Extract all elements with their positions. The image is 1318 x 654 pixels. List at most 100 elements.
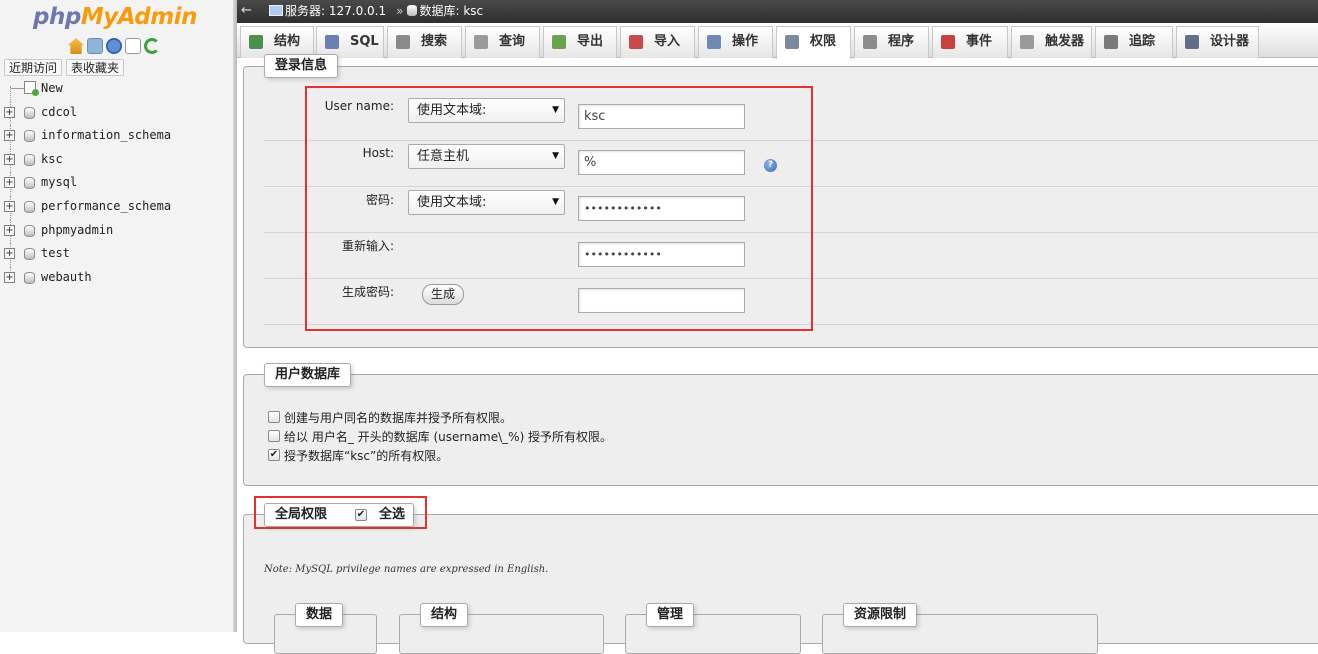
routines-icon bbox=[863, 35, 877, 49]
user-database-legend: 用户数据库 bbox=[264, 363, 352, 387]
expand-icon[interactable]: + bbox=[4, 200, 15, 212]
privileges-icon bbox=[785, 35, 799, 49]
tab-4[interactable]: 导出 bbox=[543, 26, 617, 58]
sidebar-item-cdcol[interactable]: + cdcol bbox=[4, 101, 229, 126]
row-divider bbox=[264, 278, 1318, 279]
tab-9[interactable]: 事件 bbox=[932, 26, 1008, 58]
database-name[interactable]: mysql bbox=[41, 172, 77, 192]
database-name[interactable]: ksc bbox=[41, 149, 63, 169]
password-input[interactable]: •••••••••••• bbox=[578, 196, 745, 221]
export-icon bbox=[552, 35, 566, 49]
logout-icon[interactable] bbox=[87, 38, 103, 54]
sidebar-item-ksc[interactable]: + ksc bbox=[4, 148, 229, 173]
generated-password-input[interactable] bbox=[578, 288, 745, 313]
database-name[interactable]: cdcol bbox=[41, 102, 77, 122]
select-all-label[interactable]: 全选 bbox=[379, 504, 405, 526]
password-label: 密码: bbox=[365, 193, 394, 207]
sidebar-item-performance_schema[interactable]: + performance_schema bbox=[4, 195, 229, 220]
row-divider bbox=[264, 232, 1318, 233]
breadcrumb-database[interactable]: 数据库: ksc bbox=[419, 4, 483, 18]
select-all-checkbox[interactable]: ✔ bbox=[355, 509, 367, 521]
expand-icon[interactable]: + bbox=[4, 130, 15, 142]
database-icon bbox=[407, 5, 418, 16]
username-input[interactable]: ksc bbox=[578, 104, 745, 129]
breadcrumb-server[interactable]: 服务器: 127.0.0.1 bbox=[285, 4, 386, 18]
sidebar-item-webauth[interactable]: + webauth bbox=[4, 266, 229, 291]
generate-password-button[interactable]: 生成 bbox=[422, 284, 464, 305]
tab-6[interactable]: 操作 bbox=[698, 26, 773, 58]
expand-icon[interactable]: + bbox=[4, 106, 15, 118]
username-type-select[interactable]: 使用文本域: ▼ bbox=[408, 98, 565, 123]
database-name[interactable]: phpmyadmin bbox=[41, 220, 113, 240]
privilege-group-legend: 数据 bbox=[295, 603, 344, 627]
recent-tab[interactable]: 近期访问 bbox=[4, 59, 63, 76]
database-icon bbox=[24, 106, 35, 119]
tab-2[interactable]: 搜索 bbox=[387, 26, 462, 58]
tab-label: 搜索 bbox=[421, 34, 448, 49]
favorites-tab[interactable]: 表收藏夹 bbox=[66, 59, 125, 76]
main-panel: ← 服务器: 127.0.0.1 » 数据库: ksc 结构 SQL 搜索 查询 导出 导入 操… bbox=[237, 0, 1318, 654]
create-db-checkbox[interactable] bbox=[268, 411, 280, 423]
tab-10[interactable]: 触发器 bbox=[1011, 26, 1092, 58]
database-icon bbox=[24, 130, 35, 143]
eye-icon bbox=[1104, 35, 1118, 49]
database-name[interactable]: performance_schema bbox=[41, 196, 171, 216]
expand-icon[interactable]: + bbox=[4, 271, 15, 283]
top-menu-tabs: 结构 SQL 搜索 查询 导出 导入 操作 权限 程序 事件 触发器 追踪 设计器 bbox=[237, 23, 1318, 59]
database-icon bbox=[24, 271, 35, 284]
privilege-group-legend: 结构 bbox=[420, 603, 469, 627]
tab-7[interactable]: 权限 bbox=[776, 26, 851, 59]
wrench-icon bbox=[707, 35, 721, 49]
search-icon bbox=[396, 35, 410, 49]
username-label: User name: bbox=[324, 99, 394, 113]
dropdown-arrow-icon: ▼ bbox=[552, 197, 559, 207]
expand-icon[interactable]: + bbox=[4, 153, 15, 165]
generate-password-label: 生成密码: bbox=[341, 285, 394, 299]
sidebar-item-phpmyadmin[interactable]: + phpmyadmin bbox=[4, 219, 229, 244]
host-type-select[interactable]: 任意主机 ▼ bbox=[408, 144, 565, 169]
tab-12[interactable]: 设计器 bbox=[1176, 26, 1259, 58]
wildcard-db-checkbox[interactable] bbox=[268, 430, 280, 442]
tab-3[interactable]: 查询 bbox=[465, 26, 540, 58]
query-icon bbox=[474, 35, 488, 49]
phpmyadmin-logo[interactable]: phpMyAdmin bbox=[33, 2, 197, 32]
tab-11[interactable]: 追踪 bbox=[1095, 26, 1173, 58]
database-icon bbox=[24, 248, 35, 261]
sql-icon bbox=[325, 35, 339, 49]
password-type-select[interactable]: 使用文本域: ▼ bbox=[408, 190, 565, 215]
retype-password-input[interactable]: •••••••••••• bbox=[578, 242, 745, 267]
expand-icon[interactable]: + bbox=[4, 224, 15, 236]
collapse-arrow-icon[interactable]: ← bbox=[241, 0, 257, 22]
home-icon[interactable] bbox=[68, 38, 84, 54]
reload-icon[interactable] bbox=[144, 38, 160, 54]
tree-new-item[interactable]: New bbox=[4, 78, 229, 102]
grant-db-checkbox[interactable]: ✔ bbox=[268, 449, 280, 461]
import-icon bbox=[629, 35, 643, 49]
host-input[interactable]: % bbox=[578, 150, 745, 175]
login-info-fieldset: 登录信息 User name: 使用文本域: ▼ ksc Host: 任意主机 ▼ … bbox=[243, 54, 1318, 348]
documentation-icon[interactable] bbox=[125, 38, 141, 54]
database-icon bbox=[24, 224, 35, 237]
help-icon[interactable] bbox=[106, 38, 122, 54]
sidebar-item-mysql[interactable]: + mysql bbox=[4, 172, 229, 196]
row-divider bbox=[264, 324, 1318, 325]
dropdown-arrow-icon: ▼ bbox=[552, 105, 559, 115]
tab-label: 导入 bbox=[654, 34, 681, 49]
tab-8[interactable]: 程序 bbox=[854, 26, 929, 58]
database-name[interactable]: test bbox=[41, 243, 70, 263]
database-name[interactable]: webauth bbox=[41, 267, 92, 287]
expand-icon[interactable]: + bbox=[4, 177, 15, 189]
sidebar-item-information_schema[interactable]: + information_schema bbox=[4, 125, 229, 149]
help-icon[interactable]: ? bbox=[764, 159, 777, 172]
tab-5[interactable]: 导入 bbox=[620, 26, 695, 58]
breadcrumb-separator: » bbox=[396, 4, 404, 18]
privilege-group-legend: 资源限制 bbox=[843, 603, 918, 627]
sidebar-item-test[interactable]: + test bbox=[4, 243, 229, 267]
database-name[interactable]: information_schema bbox=[41, 125, 171, 145]
tab-label: 结构 bbox=[274, 34, 301, 49]
expand-icon[interactable]: + bbox=[4, 248, 15, 260]
privilege-group-admin: 管理 bbox=[625, 603, 801, 654]
username-type-value: 使用文本域: bbox=[417, 103, 487, 118]
row-divider bbox=[264, 186, 1318, 187]
breadcrumb: 服务器: 127.0.0.1 » 数据库: ksc bbox=[269, 0, 483, 22]
